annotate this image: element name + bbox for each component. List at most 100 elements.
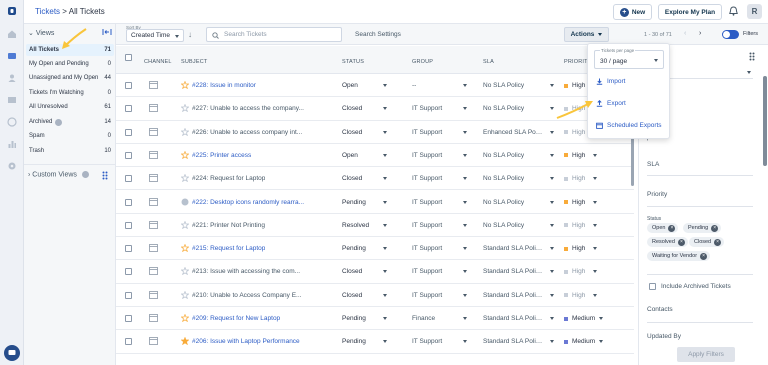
search-settings-link[interactable]: Search Settings (355, 31, 401, 38)
caret-down-icon[interactable] (383, 223, 387, 227)
ticket-subject-link[interactable]: #225: Printer access (192, 152, 251, 159)
caret-down-icon[interactable] (550, 293, 554, 297)
ticket-priority[interactable]: High (572, 175, 585, 182)
caret-down-icon[interactable] (383, 177, 387, 181)
ticket-subject-link[interactable]: #226: Unable to access company int... (192, 129, 302, 136)
table-row[interactable]: #209: Request for New Laptop Pending Finan… (116, 307, 634, 331)
ticket-sla[interactable]: No SLA Policy (483, 82, 524, 89)
star-icon[interactable] (181, 104, 189, 113)
ticket-priority[interactable]: High (572, 129, 585, 136)
ticket-priority[interactable]: Medium (572, 315, 595, 322)
row-checkbox[interactable] (125, 291, 132, 299)
custom-views-header[interactable]: › Custom Views (28, 171, 89, 178)
ticket-group[interactable]: IT Support (412, 268, 442, 275)
star-icon[interactable] (181, 314, 189, 322)
ticket-status[interactable]: Open (342, 152, 358, 159)
table-row[interactable]: #213: Issue with accessing the com... Clo… (116, 260, 634, 284)
ticket-subject-link[interactable]: #210: Unable to Access Company E... (192, 292, 301, 299)
star-icon[interactable] (181, 220, 189, 229)
ticket-priority[interactable]: High (572, 268, 585, 275)
ticket-priority[interactable]: Medium (572, 338, 595, 345)
export-menu-item[interactable]: Export (596, 100, 626, 107)
caret-down-icon[interactable] (463, 107, 467, 111)
caret-down-icon[interactable] (463, 177, 467, 181)
ticket-priority[interactable]: High (572, 245, 585, 252)
home-icon[interactable] (7, 29, 17, 39)
status-chip-open[interactable]: Open × (647, 223, 679, 233)
row-checkbox[interactable] (125, 198, 132, 206)
caret-down-icon[interactable] (593, 247, 597, 251)
filter-label-contacts[interactable]: Contacts (647, 306, 673, 313)
view-item-spam[interactable]: Spam 0 (26, 130, 114, 142)
ticket-group[interactable]: IT Support (412, 175, 442, 182)
row-checkbox[interactable] (125, 175, 132, 183)
view-item-watching[interactable]: Tickets I'm Watching 0 (26, 87, 114, 99)
views-section-header[interactable]: ⌄ Views (28, 29, 54, 37)
ticket-sla[interactable]: Enhanced SLA Policy (483, 129, 543, 136)
search-input[interactable]: Search Tickets (206, 27, 342, 42)
ticket-status[interactable]: Pending (342, 199, 366, 206)
row-checkbox[interactable] (125, 268, 132, 276)
caret-down-icon[interactable] (550, 200, 554, 204)
caret-down-icon[interactable] (383, 270, 387, 274)
ticket-priority[interactable]: High (572, 82, 585, 89)
scheduled-exports-menu-item[interactable]: Scheduled Exports (596, 122, 662, 129)
star-icon[interactable] (181, 150, 189, 159)
star-icon[interactable] (181, 267, 189, 276)
row-checkbox[interactable] (125, 338, 132, 346)
col-header-subject[interactable]: SUBJECT (181, 59, 207, 65)
view-item-archived[interactable]: Archived 14 (26, 116, 114, 128)
tickets-icon[interactable] (7, 51, 17, 61)
ticket-subject-link[interactable]: #222: Desktop icons randomly rearra... (192, 199, 304, 206)
per-page-select[interactable]: Tickets per page 30 / page (594, 48, 664, 69)
chat-bubble-icon[interactable] (4, 345, 20, 361)
next-page-icon[interactable]: › (699, 30, 701, 37)
caret-down-icon[interactable] (383, 107, 387, 111)
ticket-group[interactable]: Finance (412, 315, 435, 322)
bell-icon[interactable] (729, 6, 738, 16)
caret-down-icon[interactable] (550, 247, 554, 251)
caret-down-icon[interactable] (383, 317, 387, 320)
table-row[interactable]: #215: Request for Laptop Pending IT Suppor… (116, 237, 634, 261)
ticket-priority[interactable]: High (572, 199, 585, 206)
ticket-subject-link[interactable]: #227: Unable to access the company... (192, 105, 304, 112)
view-item-unassigned-open[interactable]: Unassigned and My Open 44 (26, 72, 114, 84)
apply-filters-button[interactable]: Apply Filters (677, 347, 735, 362)
table-row[interactable]: #226: Unable to access company int... Clo… (116, 120, 634, 144)
caret-down-icon[interactable] (463, 223, 467, 227)
ticket-status[interactable]: Closed (342, 105, 362, 112)
ticket-status[interactable]: Pending (342, 315, 366, 322)
filter-scrollbar[interactable] (763, 76, 767, 166)
ticket-subject-link[interactable]: #215: Request for Laptop (192, 245, 265, 252)
ticket-group[interactable]: IT Support (412, 245, 442, 252)
caret-down-icon[interactable] (463, 200, 467, 204)
col-header-group[interactable]: GROUP (412, 59, 433, 65)
caret-down-icon[interactable] (593, 177, 597, 181)
caret-down-icon[interactable] (463, 247, 467, 251)
caret-down-icon[interactable] (383, 200, 387, 204)
ticket-subject-link[interactable]: #206: Issue with Laptop Performance (192, 338, 300, 345)
caret-down-icon[interactable] (599, 317, 603, 320)
row-checkbox[interactable] (125, 105, 132, 113)
ticket-status[interactable]: Pending (342, 338, 366, 345)
row-checkbox[interactable] (125, 221, 132, 229)
col-header-sla[interactable]: SLA (483, 59, 494, 65)
select-all-checkbox[interactable] (125, 54, 132, 61)
solutions-icon[interactable] (7, 95, 17, 105)
ticket-sla[interactable]: No SLA Policy (483, 222, 524, 229)
ticket-status[interactable]: Closed (342, 268, 362, 275)
caret-down-icon[interactable] (550, 177, 554, 181)
caret-down-icon[interactable] (550, 223, 554, 227)
contacts-icon[interactable] (7, 73, 17, 83)
caret-down-icon[interactable] (383, 153, 387, 157)
ticket-group[interactable]: IT Support (412, 199, 442, 206)
ticket-sla[interactable]: Standard SLA Policy f... (483, 315, 543, 322)
table-row[interactable]: #210: Unable to Access Company E... Close… (116, 283, 634, 307)
caret-down-icon[interactable] (463, 270, 467, 274)
caret-down-icon[interactable] (550, 84, 554, 87)
include-archived-checkbox[interactable] (649, 283, 656, 290)
ticket-sla[interactable]: Standard SLA Policy f... (483, 245, 543, 252)
filters-toggle[interactable] (722, 30, 739, 39)
ticket-subject-link[interactable]: #213: Issue with accessing the com... (192, 268, 300, 275)
reports-icon[interactable] (7, 139, 17, 149)
